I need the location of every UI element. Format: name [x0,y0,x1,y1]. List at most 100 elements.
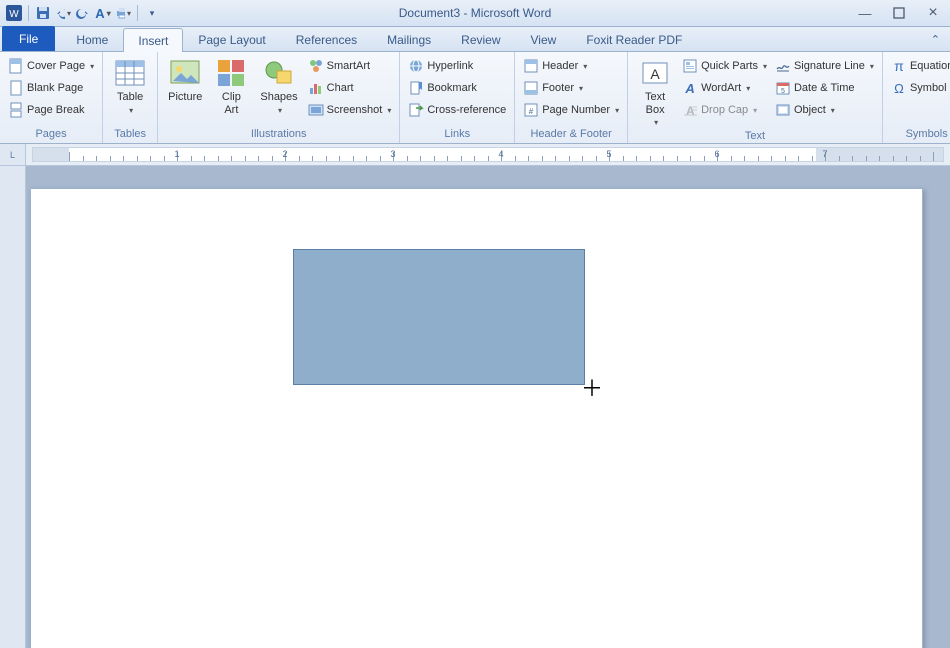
svg-text:A: A [686,104,695,118]
smartart-icon [308,58,324,74]
blank-page-button[interactable]: Blank Page [6,77,96,99]
tab-home[interactable]: Home [61,27,123,51]
crosshair-cursor: ＋ [581,378,603,400]
wordart-icon: A [682,80,698,96]
document-area: ＋ [0,166,950,648]
vertical-ruler[interactable] [0,166,26,648]
hyperlink-button[interactable]: Hyperlink [406,55,508,77]
group-label: Pages [6,127,96,142]
label: Blank Page [27,82,83,94]
label: Symbol [910,82,947,94]
page-break-icon [8,102,24,118]
page-number-icon: # [523,102,539,118]
label: SmartArt [327,60,370,72]
ruler-bar: L 1234567 [0,144,950,166]
page-number-button[interactable]: #Page Number [521,99,621,121]
label: Signature Line [794,60,865,72]
horizontal-ruler[interactable]: 1234567 [32,147,944,162]
close-button[interactable]: × [916,0,950,26]
ribbon-tabs: File Home Insert Page Layout References … [0,27,950,52]
label: Screenshot [327,104,383,116]
svg-text:A: A [650,66,660,82]
shapes-icon [263,57,295,89]
group-symbols: πEquation ΩSymbol Symbols [883,52,950,143]
group-tables: Table Tables [103,52,158,143]
label: Page Break [27,104,84,116]
group-label: Links [406,127,508,142]
clip-art-icon [215,57,247,89]
svg-text:W: W [9,9,19,20]
group-label: Header & Footer [521,127,621,142]
label: Date & Time [794,82,855,94]
smartart-button[interactable]: SmartArt [306,55,394,77]
redo-icon[interactable] [75,5,91,21]
tab-references[interactable]: References [281,27,372,51]
quick-access-toolbar: W A ▾ [0,5,160,21]
label: Hyperlink [427,60,473,72]
minimize-button[interactable]: ― [848,0,882,26]
screenshot-button[interactable]: Screenshot [306,99,394,121]
quick-parts-button[interactable]: Quick Parts [680,55,769,77]
rectangle-shape[interactable] [293,249,585,385]
cross-reference-icon [408,102,424,118]
label: Text Box [645,91,665,116]
separator [137,5,138,21]
group-illustrations: Picture Clip Art Shapes SmartArt Chart S… [158,52,400,143]
ribbon-minimize-icon[interactable]: ⌃ [931,33,940,46]
tab-insert[interactable]: Insert [123,28,183,52]
tab-selector[interactable]: L [0,144,26,165]
label: Chart [327,82,354,94]
cover-page-button[interactable]: Cover Page [6,55,96,77]
text-box-button[interactable]: A Text Box [634,55,676,129]
tab-file[interactable]: File [2,26,55,51]
tab-page-layout[interactable]: Page Layout [183,27,280,51]
tab-review[interactable]: Review [446,27,515,51]
text-box-icon: A [639,57,671,89]
symbol-button[interactable]: ΩSymbol [889,77,950,99]
date-time-button[interactable]: 5 Date & Time [773,77,876,99]
svg-text:5: 5 [781,88,785,95]
clip-art-button[interactable]: Clip Art [210,55,252,118]
group-pages: Cover Page Blank Page Page Break Pages [0,52,103,143]
footer-button[interactable]: Footer [521,77,621,99]
drop-cap-button[interactable]: ADrop Cap [680,99,769,121]
document-page[interactable]: ＋ [30,188,923,648]
table-icon [114,57,146,89]
label: Cross-reference [427,104,506,116]
save-icon[interactable] [35,5,51,21]
tab-foxit[interactable]: Foxit Reader PDF [571,27,697,51]
label: Clip Art [222,91,241,116]
picture-button[interactable]: Picture [164,55,206,106]
bookmark-icon [408,80,424,96]
equation-icon: π [891,58,907,74]
shapes-button[interactable]: Shapes [256,55,301,117]
bookmark-button[interactable]: Bookmark [406,77,508,99]
chart-button[interactable]: Chart [306,77,394,99]
table-button[interactable]: Table [109,55,151,117]
tab-view[interactable]: View [516,27,572,51]
date-time-icon: 5 [775,80,791,96]
footer-icon [523,80,539,96]
group-label: Tables [109,127,151,142]
cross-reference-button[interactable]: Cross-reference [406,99,508,121]
equation-button[interactable]: πEquation [889,55,950,77]
font-icon[interactable]: A [95,5,111,21]
chart-icon [308,80,324,96]
maximize-button[interactable] [882,0,916,26]
tab-mailings[interactable]: Mailings [372,27,446,51]
wordart-button[interactable]: AWordArt [680,77,769,99]
header-icon [523,58,539,74]
drop-cap-icon: A [682,102,698,118]
signature-icon [775,58,791,74]
label: Picture [168,91,202,104]
qat-customize-icon[interactable]: ▾ [144,5,160,21]
label: WordArt [701,82,741,94]
signature-line-button[interactable]: Signature Line [773,55,876,77]
object-button[interactable]: Object [773,99,876,121]
page-break-button[interactable]: Page Break [6,99,96,121]
print-icon[interactable] [115,5,131,21]
header-button[interactable]: Header [521,55,621,77]
quick-parts-icon [682,58,698,74]
label: Quick Parts [701,60,758,72]
undo-icon[interactable] [55,5,71,21]
